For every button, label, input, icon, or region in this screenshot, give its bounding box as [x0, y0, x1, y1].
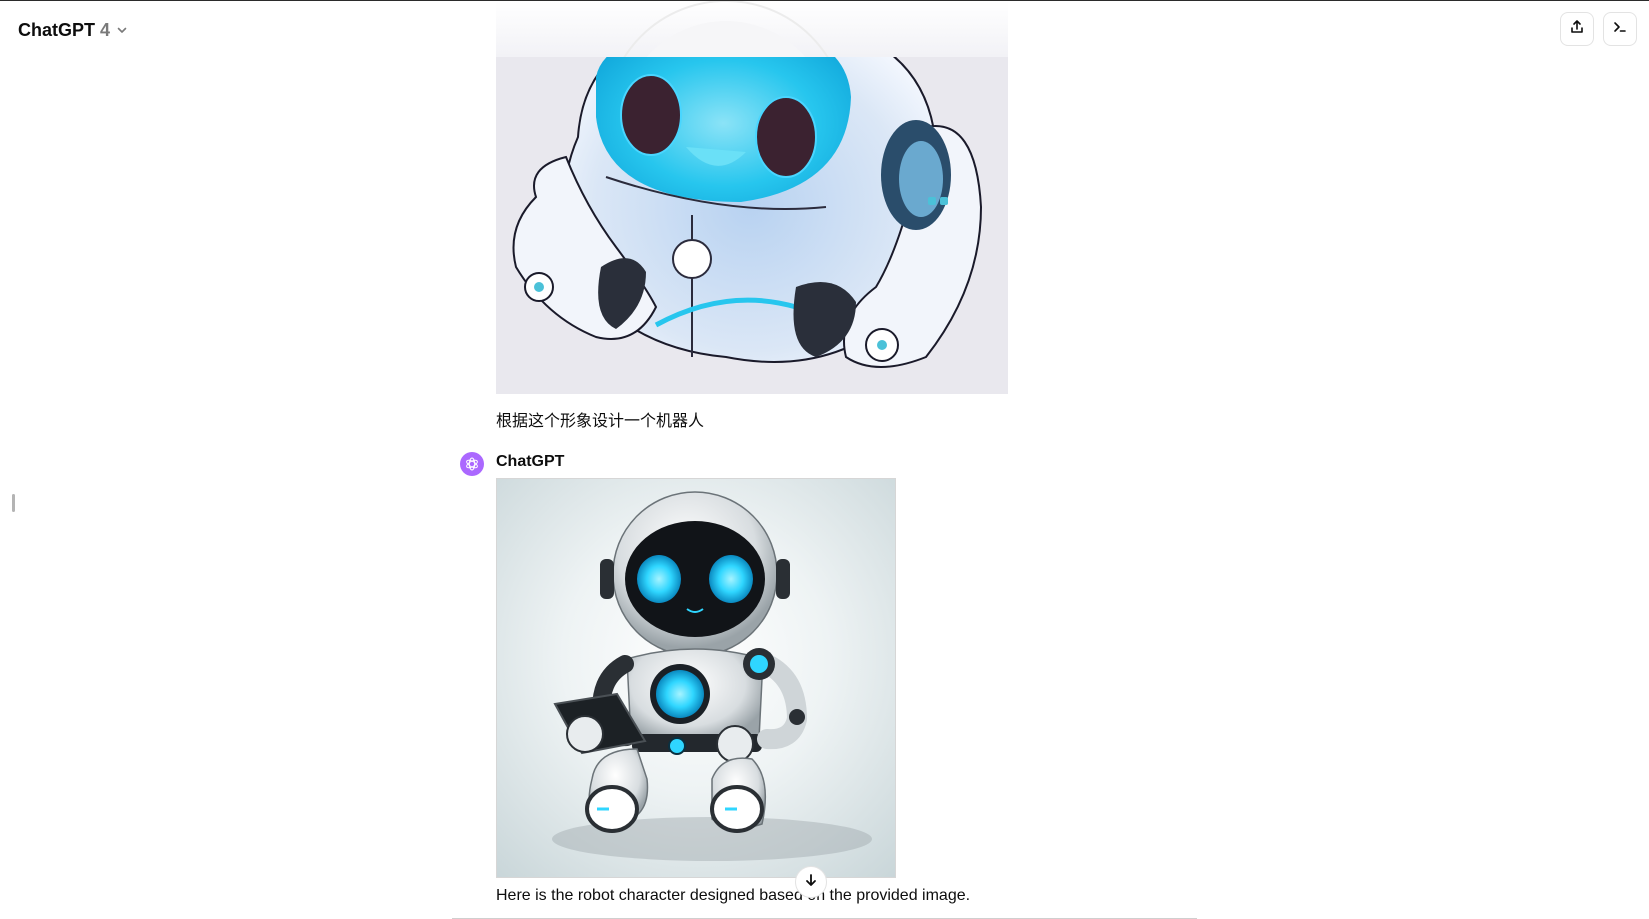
share-icon	[1569, 19, 1585, 40]
model-name: ChatGPT	[18, 19, 96, 40]
scroll-to-bottom-button[interactable]	[795, 866, 827, 898]
user-uploaded-image[interactable]	[496, 57, 1008, 394]
chatgpt-avatar	[460, 452, 484, 476]
user-message-text: 根据这个形象设计一个机器人	[496, 411, 705, 430]
model-selector[interactable]: ChatGPT 4	[12, 13, 134, 47]
assistant-message-text: Here is the robot character designed bas…	[496, 887, 971, 904]
assistant-author-name: ChatGPT	[496, 453, 565, 470]
sidebar-resize-handle[interactable]	[12, 494, 15, 512]
user-image-top-section	[496, 1, 1008, 57]
terminal-icon	[1612, 19, 1628, 40]
code-canvas-button[interactable]	[1603, 12, 1637, 46]
openai-logo-icon	[466, 457, 478, 471]
generated-robot-image[interactable]	[496, 478, 896, 878]
model-version: 4	[100, 19, 111, 40]
share-button[interactable]	[1560, 12, 1594, 46]
arrow-down-icon	[804, 873, 818, 892]
chevron-down-icon	[116, 24, 128, 36]
